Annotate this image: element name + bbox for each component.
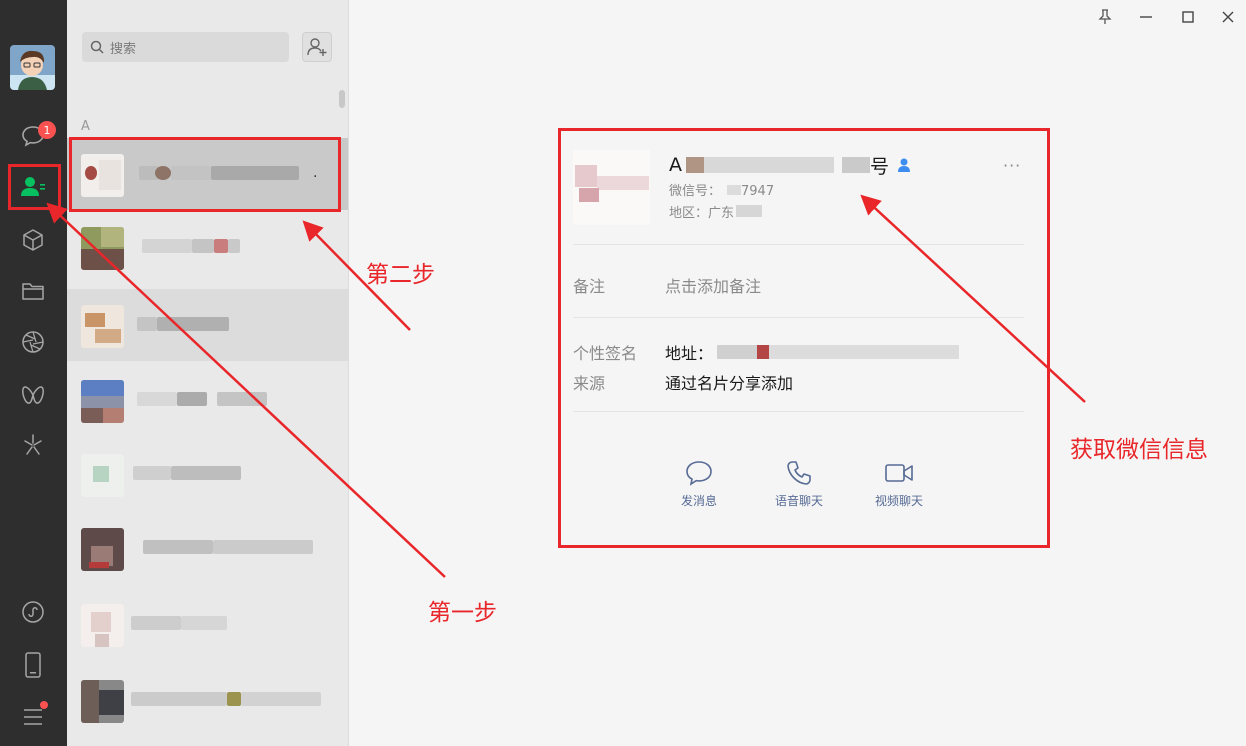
contact-row[interactable] xyxy=(67,588,348,660)
contact-row[interactable] xyxy=(67,364,348,436)
close-icon[interactable] xyxy=(1220,9,1236,25)
contact-row[interactable] xyxy=(67,438,348,510)
discover-sparkle-icon[interactable] xyxy=(18,430,48,460)
contact-avatar xyxy=(81,454,124,497)
maximize-icon[interactable] xyxy=(1180,9,1196,25)
menu-notification-dot xyxy=(40,701,48,709)
add-user-icon xyxy=(307,38,327,56)
unread-badge: 1 xyxy=(38,121,56,139)
annotation-get-info: 获取微信信息 xyxy=(1070,437,1208,463)
folder-icon[interactable] xyxy=(18,276,48,306)
contact-row[interactable] xyxy=(67,664,348,736)
contact-avatar xyxy=(81,604,124,647)
contact-row[interactable] xyxy=(67,211,348,283)
contact-avatar xyxy=(81,305,124,348)
search-input[interactable]: 搜索 xyxy=(82,32,289,62)
search-icon xyxy=(90,40,104,54)
contact-row[interactable] xyxy=(67,512,348,584)
phone-icon[interactable] xyxy=(18,650,48,680)
annotation-step2: 第二步 xyxy=(366,262,435,288)
moments-aperture-icon[interactable] xyxy=(18,327,48,357)
highlight-box-profile xyxy=(558,128,1050,548)
channels-butterfly-icon[interactable] xyxy=(18,380,48,410)
favorites-cube-icon[interactable] xyxy=(18,225,48,255)
section-letter: A xyxy=(81,119,90,134)
sidebar: 1 xyxy=(0,0,67,746)
list-scrollbar[interactable] xyxy=(339,90,345,108)
search-placeholder: 搜索 xyxy=(110,41,137,57)
annotation-step1: 第一步 xyxy=(428,600,497,626)
contact-avatar xyxy=(81,227,124,270)
mini-program-icon[interactable] xyxy=(18,597,48,627)
contact-list-panel: 搜索 A . xyxy=(67,0,349,746)
contact-avatar xyxy=(81,528,124,571)
minimize-icon[interactable] xyxy=(1138,9,1154,25)
pin-icon[interactable] xyxy=(1097,9,1113,25)
highlight-box-contact xyxy=(69,137,341,212)
highlight-box-contacts xyxy=(8,164,61,210)
contact-row[interactable] xyxy=(67,289,348,361)
avatar[interactable] xyxy=(10,45,55,90)
contact-avatar xyxy=(81,380,124,423)
contact-avatar xyxy=(81,680,124,723)
add-contact-button[interactable] xyxy=(302,32,332,62)
